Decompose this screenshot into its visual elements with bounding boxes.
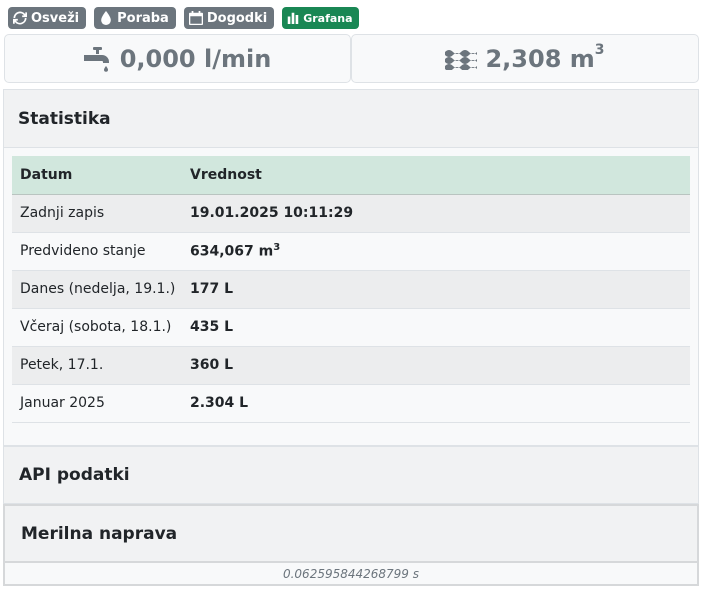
toolbar: Osveži Poraba Dogodki Grafana: [8, 7, 359, 29]
grafana-label: Grafana: [303, 11, 353, 25]
column-header-date: Datum: [12, 156, 182, 195]
api-data-title: API podatki: [19, 465, 130, 485]
grafana-button[interactable]: Grafana: [282, 7, 359, 29]
table-row: Petek, 17.1. 360 L: [12, 346, 690, 385]
flow-gauge: 0,000 l/min: [4, 34, 351, 83]
table-header-row: Datum Vrednost: [12, 156, 690, 195]
stats-panel: Statistika Datum Vrednost Zadnji zapis 1…: [3, 89, 699, 446]
row-value: 19.01.2025 10:11:29: [182, 194, 690, 233]
stats-title: Statistika: [4, 90, 698, 148]
bar-chart-icon: [287, 12, 299, 24]
row-label: Januar 2025: [12, 384, 182, 423]
row-value: 2.304 L: [182, 384, 690, 423]
events-label: Dogodki: [206, 10, 268, 26]
row-label: Petek, 17.1.: [12, 346, 182, 385]
refresh-button[interactable]: Osveži: [8, 7, 87, 29]
meter-device-section-header[interactable]: Merilna naprava: [3, 504, 699, 563]
api-data-section-header[interactable]: API podatki: [3, 446, 699, 504]
flow-value: 0,000 l/min: [119, 44, 272, 73]
row-label: Včeraj (sobota, 18.1.): [12, 308, 182, 347]
total-value: 2,308 m3: [485, 41, 605, 73]
render-time-footer: 0.062595844268799 s: [3, 563, 699, 586]
refresh-icon: [13, 11, 27, 25]
row-label: Danes (nedelja, 19.1.): [12, 270, 182, 309]
row-label: Zadnji zapis: [12, 194, 182, 233]
table-row: Zadnji zapis 19.01.2025 10:11:29: [12, 194, 690, 233]
total-gauge: 2,308 m3: [351, 34, 699, 83]
row-value: 435 L: [182, 308, 690, 347]
droplet-icon: [101, 11, 111, 25]
events-button[interactable]: Dogodki: [183, 7, 275, 29]
table-row: Predvideno stanje 634,067 m3: [12, 232, 690, 271]
refresh-label: Osveži: [31, 10, 80, 26]
usage-label: Poraba: [117, 10, 169, 26]
meter-device-title: Merilna naprava: [21, 523, 178, 544]
calendar-icon: [188, 11, 203, 25]
table-row: Včeraj (sobota, 18.1.) 435 L: [12, 308, 690, 347]
stats-table: Datum Vrednost Zadnji zapis 19.01.2025 1…: [12, 156, 690, 423]
column-header-value: Vrednost: [182, 156, 690, 195]
usage-button[interactable]: Poraba: [94, 7, 176, 29]
water-waves-icon: [445, 49, 478, 70]
row-label: Predvideno stanje: [12, 232, 182, 271]
table-row: Danes (nedelja, 19.1.) 177 L: [12, 270, 690, 309]
render-time-text: 0.062595844268799 s: [282, 566, 420, 581]
row-value: 634,067 m3: [182, 232, 690, 271]
table-row: Januar 2025 2.304 L: [12, 384, 690, 423]
row-value: 177 L: [182, 270, 690, 309]
faucet-icon: [83, 46, 109, 72]
row-value: 360 L: [182, 346, 690, 385]
